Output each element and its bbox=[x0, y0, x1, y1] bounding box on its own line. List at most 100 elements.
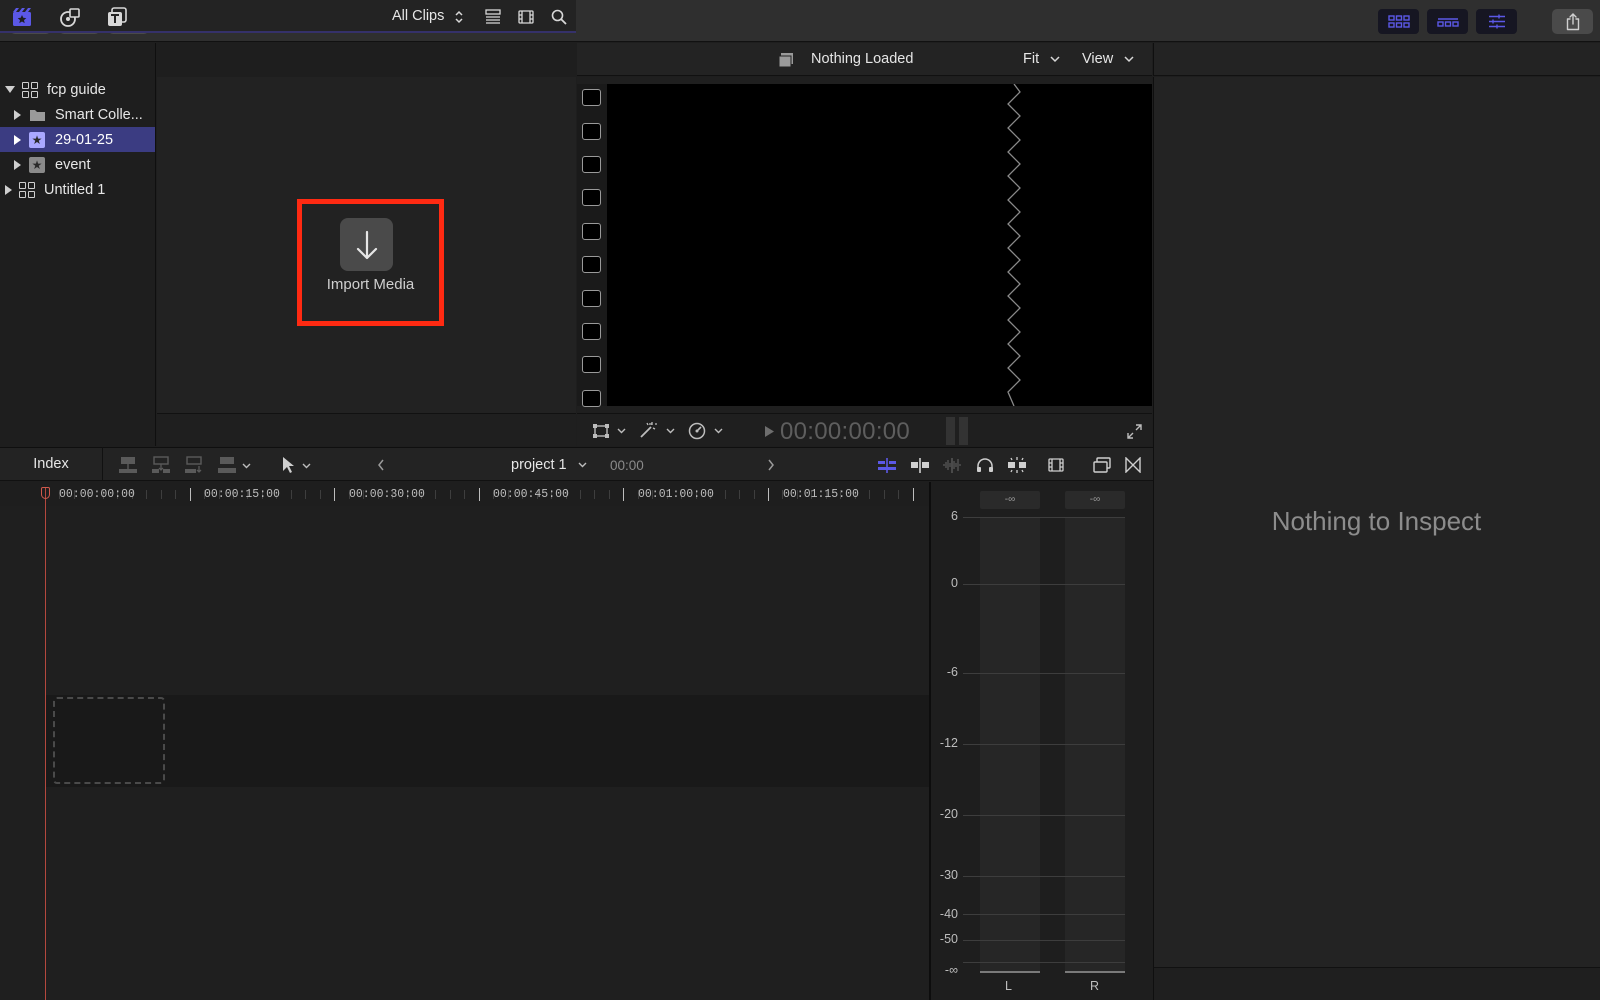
torn-edge-icon bbox=[1007, 84, 1021, 406]
timeline-toggle-button[interactable] bbox=[1427, 9, 1468, 34]
photos-audio-tab[interactable] bbox=[58, 5, 82, 29]
disclosure-expanded-icon[interactable] bbox=[5, 86, 15, 93]
meter-gridline bbox=[963, 914, 1125, 915]
disclosure-collapsed-icon[interactable] bbox=[5, 184, 12, 195]
select-tool-arrow-icon[interactable] bbox=[281, 456, 295, 474]
arrow-down-icon bbox=[356, 230, 377, 259]
folder-icon bbox=[30, 109, 45, 121]
library-item-untitled-1[interactable]: Untitled 1 bbox=[0, 177, 155, 202]
meter-floor-right bbox=[1065, 971, 1125, 973]
disclosure-collapsed-icon[interactable] bbox=[14, 109, 21, 120]
meter-bar-left bbox=[980, 517, 1040, 973]
overwrite-clip-icon[interactable] bbox=[217, 456, 237, 474]
project-name[interactable]: project 1 bbox=[511, 457, 567, 473]
disclosure-collapsed-icon[interactable] bbox=[14, 134, 21, 145]
chevron-down-icon[interactable] bbox=[242, 463, 251, 469]
library-item-label: 29-01-25 bbox=[55, 131, 114, 148]
meter-scale-label: -6 bbox=[946, 665, 958, 679]
browser-toggle-button[interactable] bbox=[1378, 9, 1419, 34]
insert-clip-icon[interactable] bbox=[151, 456, 171, 474]
titles-generators-icon bbox=[108, 7, 127, 26]
share-button[interactable] bbox=[1552, 9, 1593, 34]
library-item-label: event bbox=[55, 156, 91, 173]
transform-icon[interactable] bbox=[592, 423, 610, 439]
chevron-down-icon[interactable] bbox=[302, 463, 311, 469]
ruler-label: 00:00:00:00 bbox=[59, 488, 135, 501]
import-media-button[interactable] bbox=[340, 218, 393, 271]
timeline-index-button[interactable]: Index bbox=[0, 447, 103, 481]
search-icon[interactable] bbox=[551, 9, 567, 25]
storyline-drop-placeholder[interactable] bbox=[53, 697, 165, 784]
libraries-icon bbox=[13, 8, 31, 26]
headphones-solo-icon[interactable] bbox=[976, 457, 994, 473]
inspector-toggle-icon bbox=[1488, 14, 1505, 29]
effects-browser-icon[interactable] bbox=[1093, 457, 1111, 473]
ruler-label: 00:00:15:00 bbox=[204, 488, 280, 501]
clip-appearance-icon[interactable] bbox=[485, 9, 501, 25]
event-icon: ★ bbox=[29, 131, 45, 148]
titles-generators-tab[interactable] bbox=[105, 5, 129, 29]
connect-clip-icon[interactable] bbox=[118, 456, 138, 474]
library-item-29-01-25[interactable]: ★ 29-01-25 bbox=[0, 127, 155, 152]
film-perforation bbox=[582, 323, 601, 340]
skimming-icon[interactable] bbox=[910, 457, 930, 473]
clip-appearance-filmstrip-icon[interactable] bbox=[1048, 457, 1064, 473]
chevron-down-icon[interactable] bbox=[714, 428, 723, 434]
meter-gridline bbox=[963, 962, 1125, 963]
browser-header: All Clips bbox=[0, 0, 576, 33]
clip-filter-chevron-icon[interactable] bbox=[454, 9, 464, 25]
meter-scale-label: -30 bbox=[939, 868, 958, 882]
append-clip-icon[interactable] bbox=[184, 456, 204, 474]
snapping-icon[interactable] bbox=[1006, 456, 1028, 474]
meter-gridline bbox=[963, 673, 1125, 674]
chevron-down-icon[interactable] bbox=[666, 428, 675, 434]
library-item-fcp-guide[interactable]: fcp guide bbox=[0, 77, 155, 102]
transitions-browser-icon[interactable] bbox=[1125, 457, 1141, 473]
view-dropdown[interactable]: View bbox=[1082, 51, 1113, 67]
chevron-down-icon[interactable] bbox=[617, 428, 626, 434]
playhead-handle[interactable] bbox=[41, 487, 50, 499]
import-media-label[interactable]: Import Media bbox=[300, 276, 441, 293]
forward-history-icon[interactable] bbox=[767, 459, 775, 471]
disclosure-collapsed-icon[interactable] bbox=[14, 159, 21, 170]
library-item-smart-collections[interactable]: Smart Colle... bbox=[0, 102, 155, 127]
enhance-magic-wand-icon[interactable] bbox=[638, 421, 658, 439]
chevron-down-icon[interactable] bbox=[1050, 56, 1060, 63]
audio-skimming-icon[interactable] bbox=[942, 457, 962, 473]
peak-indicator-right: -∞ bbox=[1065, 491, 1125, 509]
chevron-down-icon[interactable] bbox=[1124, 56, 1134, 63]
zoom-fit-dropdown[interactable]: Fit bbox=[1023, 51, 1039, 67]
filmstrip-view-icon[interactable] bbox=[518, 9, 534, 25]
film-perforation bbox=[582, 290, 601, 307]
inspector-toggle-button[interactable] bbox=[1476, 9, 1517, 34]
library-icon bbox=[22, 81, 38, 98]
playhead[interactable] bbox=[45, 488, 46, 1000]
meter-scale-label: -40 bbox=[939, 907, 958, 921]
film-perforation bbox=[582, 390, 601, 407]
meter-bar-right bbox=[1065, 517, 1125, 973]
libraries-tab[interactable] bbox=[10, 5, 34, 29]
clip-skimming-icon[interactable] bbox=[877, 457, 897, 473]
film-perforation bbox=[582, 89, 601, 106]
film-perforation bbox=[582, 123, 601, 140]
film-perforation bbox=[582, 156, 601, 173]
play-icon[interactable] bbox=[764, 425, 775, 438]
primary-storyline[interactable] bbox=[46, 695, 929, 787]
fullscreen-icon[interactable] bbox=[1127, 424, 1142, 439]
library-item-label: Untitled 1 bbox=[44, 181, 106, 198]
viewer-canvas bbox=[607, 84, 1152, 406]
ruler-label: 00:00:45:00 bbox=[493, 488, 569, 501]
meter-gridline bbox=[963, 876, 1125, 877]
back-history-icon[interactable] bbox=[377, 459, 385, 471]
meter-scale-label: 6 bbox=[951, 509, 958, 523]
inspector-header bbox=[1153, 43, 1600, 76]
share-icon bbox=[1566, 12, 1579, 30]
meter-scale-label: -12 bbox=[939, 736, 958, 750]
chevron-down-icon[interactable] bbox=[578, 462, 587, 468]
retime-speedometer-icon[interactable] bbox=[688, 422, 706, 440]
timecode-display[interactable]: 00:00:00:00 bbox=[780, 418, 910, 446]
library-item-event[interactable]: ★ event bbox=[0, 152, 155, 177]
project-duration: 00:00 bbox=[610, 458, 644, 473]
clip-filter-label[interactable]: All Clips bbox=[392, 8, 444, 24]
audio-level-bars bbox=[945, 417, 969, 445]
